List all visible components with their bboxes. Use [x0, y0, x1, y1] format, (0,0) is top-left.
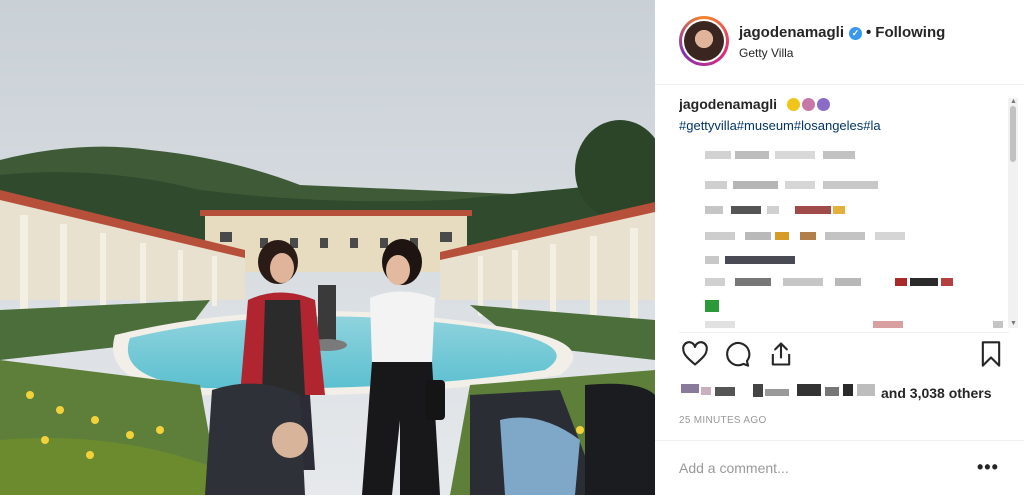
likes-count[interactable]: and 3,038 others	[881, 385, 992, 401]
comment-icon[interactable]	[723, 340, 751, 368]
verified-badge-icon: ✓	[849, 27, 863, 40]
location-link[interactable]: Getty Villa	[739, 46, 793, 60]
likes-row: and 3,038 others	[679, 381, 1009, 403]
share-icon[interactable]	[767, 340, 795, 368]
header-username-row: jagodenamagli ✓ • Following	[739, 24, 945, 41]
username-link[interactable]: jagodenamagli	[739, 24, 844, 41]
more-options-icon[interactable]: •••	[977, 457, 999, 478]
photo-scene	[0, 0, 655, 495]
scroll-down-arrow-icon[interactable]: ▼	[1010, 320, 1017, 328]
post-timestamp[interactable]: 25 MINUTES AGO	[679, 415, 767, 426]
women-emoji-icon-2	[817, 98, 831, 111]
following-button[interactable]: Following	[875, 24, 945, 41]
heart-icon[interactable]	[681, 340, 709, 368]
caption-hashtags[interactable]: #gettyvilla#museum#losangeles#la	[679, 118, 1009, 133]
caption-username[interactable]: jagodenamagli	[679, 96, 777, 112]
caption-divider	[679, 332, 1009, 333]
caption-area: jagodenamagli #gettyvilla#museum#losange…	[679, 96, 1009, 328]
comment-box: Add a comment... •••	[655, 440, 1024, 496]
action-bar	[679, 340, 1009, 374]
women-emoji-icon	[802, 98, 816, 111]
avatar[interactable]	[679, 16, 729, 66]
post-header: jagodenamagli ✓ • Following Getty Villa	[655, 0, 1024, 85]
woman-emoji-icon	[787, 98, 801, 111]
separator-dot: •	[866, 24, 872, 41]
post-side-panel: jagodenamagli ✓ • Following Getty Villa jag…	[655, 0, 1024, 495]
scroll-up-arrow-icon[interactable]: ▲	[1010, 98, 1017, 106]
scrollbar-thumb[interactable]	[1010, 106, 1016, 162]
comment-input[interactable]: Add a comment...	[679, 460, 789, 476]
bookmark-icon[interactable]	[977, 340, 1005, 368]
post-photo[interactable]	[0, 0, 655, 495]
caption-scrollbar[interactable]: ▲ ▼	[1008, 98, 1018, 328]
